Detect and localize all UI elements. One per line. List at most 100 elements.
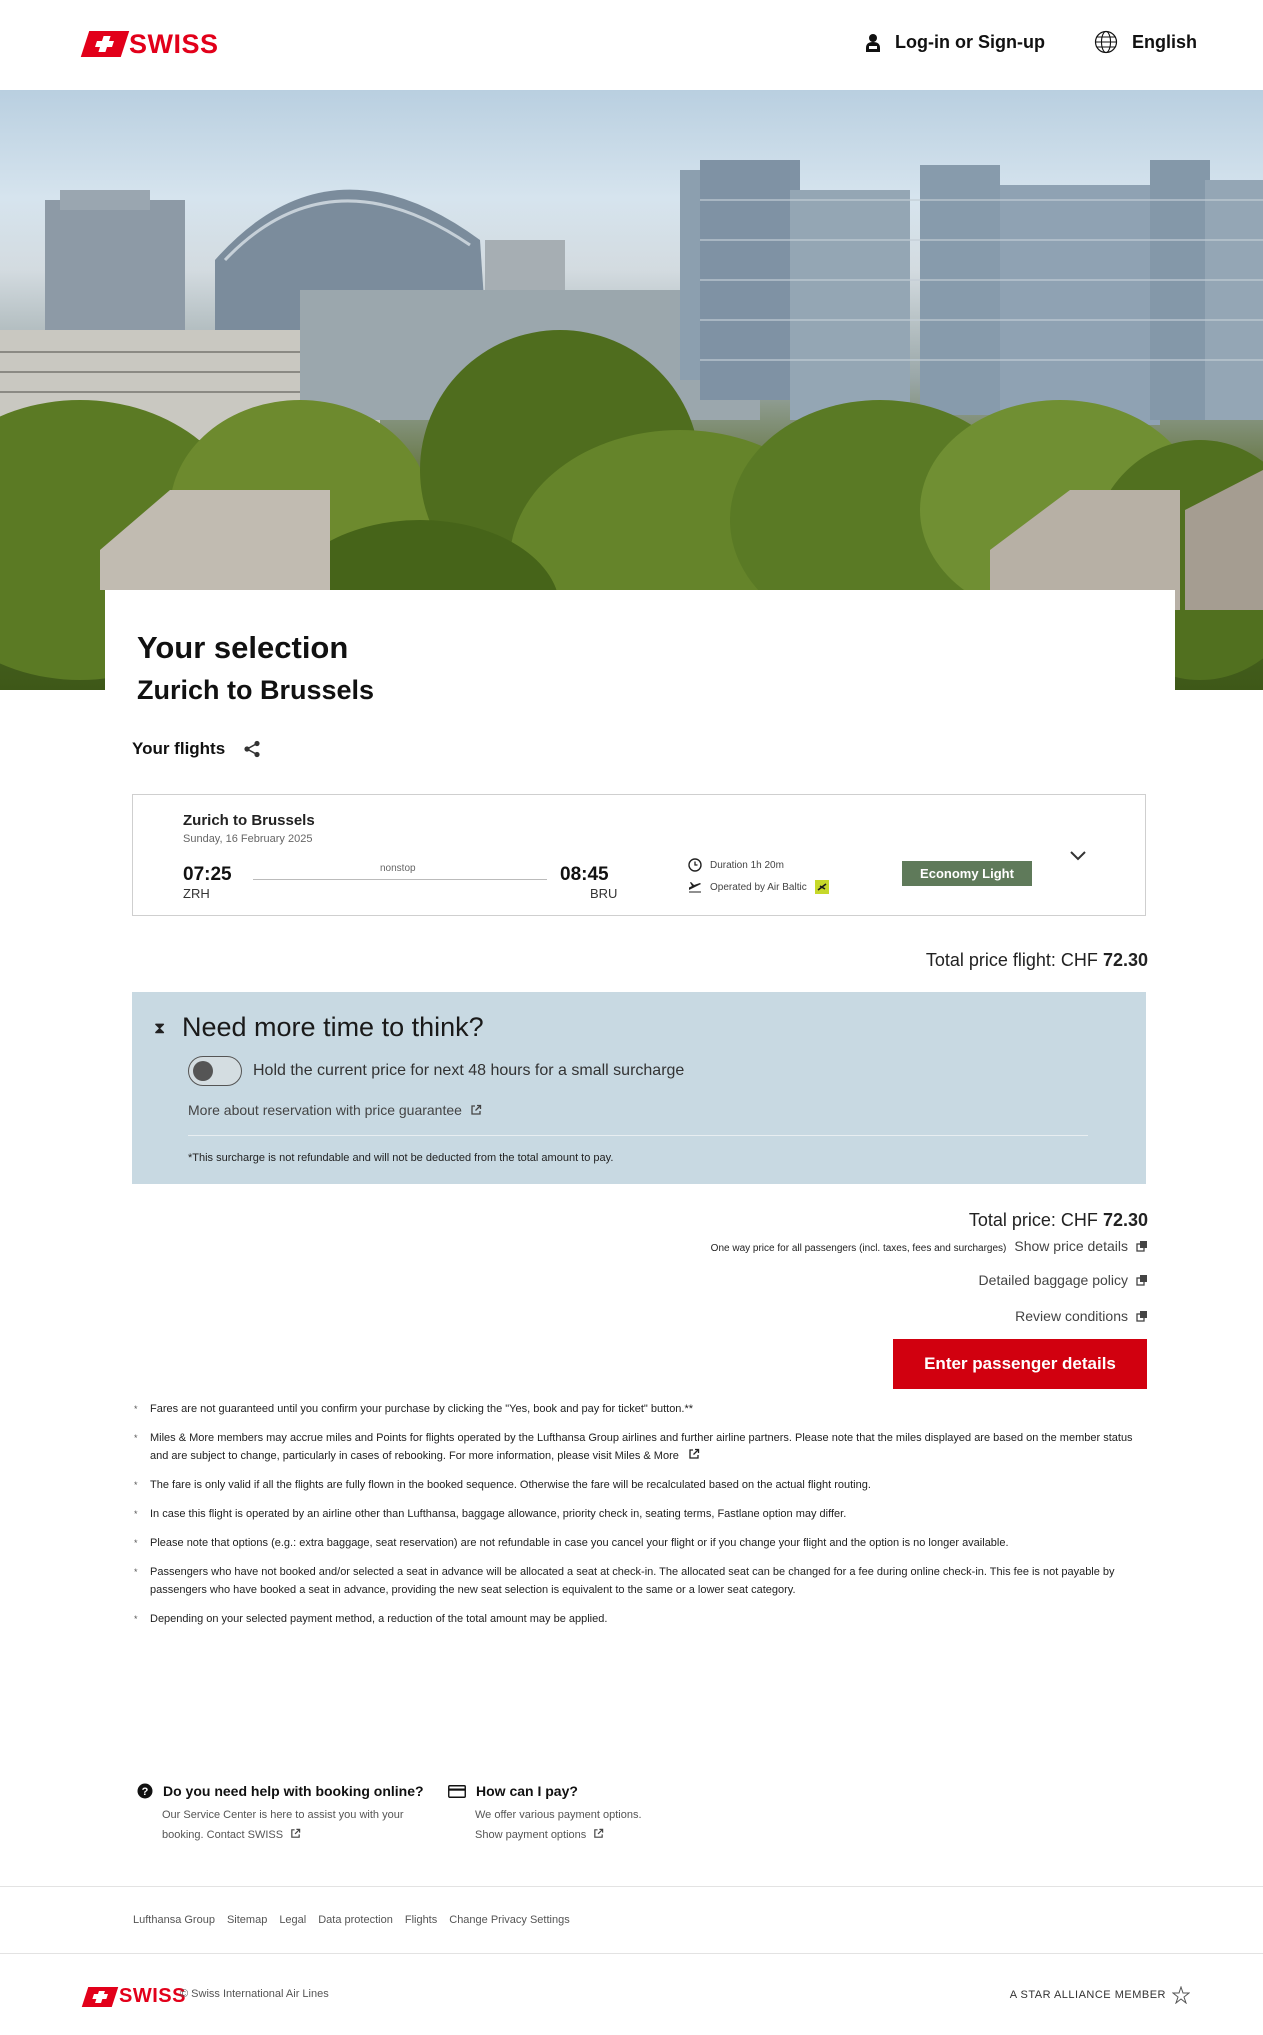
overlay-icon	[1136, 1311, 1147, 1322]
language-selector[interactable]: English	[1094, 30, 1197, 54]
swiss-flag-icon	[81, 1986, 119, 2007]
chevron-down-icon[interactable]	[1069, 850, 1087, 862]
price-hold-label: Hold the current price for next 48 hours…	[253, 1062, 685, 1079]
overlay-icon	[1136, 1241, 1147, 1252]
external-link-icon	[291, 1828, 301, 1838]
site-header: SWISS Log-in or Sign-up English	[0, 0, 1263, 91]
arrival-time: 08:45	[560, 864, 609, 885]
share-icon[interactable]	[243, 740, 261, 758]
show-price-details-text: Show price details	[1014, 1238, 1128, 1254]
list-item: The fare is only valid if all the flight…	[132, 1476, 1146, 1494]
footer-brand-name: SWISS	[119, 1985, 186, 2007]
hourglass-icon: ⧗	[154, 1020, 166, 1037]
footer-link-flights[interactable]: Flights	[405, 1914, 437, 1926]
star-alliance-icon	[1172, 1986, 1190, 2004]
total-price-flight-amount: 72.30	[1102, 950, 1148, 970]
contact-swiss-text: Contact SWISS	[206, 1829, 284, 1841]
price-guarantee-link-text: More about reservation with price guaran…	[188, 1102, 462, 1118]
contact-swiss-link[interactable]: Contact SWISS	[206, 1828, 301, 1841]
departure-time: 07:25	[183, 864, 232, 885]
stops-label: nonstop	[380, 863, 416, 874]
fare-notes-list: Fares are not guaranteed until you confi…	[132, 1400, 1146, 1639]
swiss-logo[interactable]: SWISS	[80, 28, 219, 60]
list-item: In case this flight is operated by an ai…	[132, 1505, 1146, 1523]
help-payment-title: How can I pay?	[448, 1783, 578, 1799]
price-hold-toggle[interactable]	[188, 1056, 242, 1086]
arrival-airport: BRU	[590, 886, 618, 901]
flight-date: Sunday, 16 February 2025	[183, 833, 313, 845]
footer-swiss-logo[interactable]: SWISS	[81, 1985, 186, 2008]
login-label: Log-in or Sign-up	[895, 32, 1045, 52]
miles-note-text: Miles & More members may accrue miles an…	[150, 1432, 1133, 1462]
flight-line	[253, 879, 547, 880]
external-link-icon[interactable]	[688, 1448, 700, 1460]
help-booking-text: Our Service Center is here to assist you…	[162, 1805, 432, 1845]
price-hold-panel: ⧗ Need more time to think? Hold the curr…	[132, 992, 1146, 1184]
footer-link-data-protection[interactable]: Data protection	[318, 1914, 393, 1926]
fare-badge: Economy Light	[902, 861, 1032, 886]
your-flights-label: Your flights	[132, 739, 226, 758]
toggle-knob	[193, 1061, 213, 1081]
baggage-policy-text: Detailed baggage policy	[978, 1272, 1128, 1288]
show-price-details-link[interactable]: Show price details	[1014, 1238, 1148, 1254]
airbaltic-logo-icon	[814, 880, 829, 894]
overlay-icon	[1136, 1275, 1147, 1286]
globe-icon	[1094, 30, 1118, 54]
price-guarantee-link[interactable]: More about reservation with price guaran…	[188, 1102, 482, 1118]
hold-title: Need more time to think?	[182, 1012, 484, 1042]
footer-link-legal[interactable]: Legal	[279, 1914, 306, 1926]
list-item: Miles & More members may accrue miles an…	[132, 1429, 1146, 1465]
total-price-flight-label: Total price flight: CHF	[925, 950, 1098, 970]
operator-text: Operated by Air Baltic	[710, 881, 807, 893]
help-payment-text: We offer various payment options. Show p…	[475, 1805, 695, 1845]
flight-route: Zurich to Brussels	[183, 812, 315, 829]
footer-divider	[0, 1886, 1263, 1887]
baggage-policy-link[interactable]: Detailed baggage policy	[979, 1272, 1148, 1288]
login-button[interactable]: Log-in or Sign-up	[865, 32, 1045, 53]
total-price-amount: 72.30	[1102, 1210, 1148, 1230]
oneway-note: One way price for all passengers (incl. …	[710, 1243, 1007, 1254]
user-icon	[866, 33, 880, 52]
duration-text: Duration 1h 20m	[710, 859, 784, 871]
footer-links: Lufthansa Group Sitemap Legal Data prote…	[133, 1914, 570, 1926]
page-title: Your selection	[137, 630, 349, 665]
help-booking-title-text: Do you need help with booking online?	[163, 1783, 424, 1799]
review-conditions-link[interactable]: Review conditions	[1015, 1308, 1148, 1324]
total-price-flight: Total price flight: CHF 72.30	[926, 950, 1148, 971]
duration-row: Duration 1h 20m	[688, 858, 784, 872]
svg-text:?: ?	[142, 1786, 149, 1798]
footer-link-lufthansa-group[interactable]: Lufthansa Group	[133, 1914, 215, 1926]
enter-passenger-details-button[interactable]: Enter passenger details	[893, 1339, 1147, 1389]
show-payment-options-link[interactable]: Show payment options	[475, 1828, 604, 1841]
surcharge-note: *This surcharge is not refundable and wi…	[188, 1152, 614, 1164]
footer-link-sitemap[interactable]: Sitemap	[227, 1914, 267, 1926]
help-booking-title: ? Do you need help with booking online?	[137, 1783, 424, 1799]
divider	[188, 1135, 1088, 1136]
help-payment-title-text: How can I pay?	[476, 1783, 578, 1799]
list-item: Passengers who have not booked and/or se…	[132, 1563, 1146, 1599]
list-item: Depending on your selected payment metho…	[132, 1610, 1146, 1628]
review-conditions-text: Review conditions	[1015, 1308, 1128, 1324]
swiss-flag-icon	[80, 31, 130, 57]
operator-row: Operated by Air Baltic	[688, 880, 829, 894]
help-payment-desc: We offer various payment options.	[475, 1809, 642, 1821]
credit-card-icon	[448, 1784, 466, 1798]
flight-card[interactable]: Zurich to Brussels Sunday, 16 February 2…	[132, 794, 1146, 916]
your-flights-header: Your flights	[132, 739, 261, 759]
brand-name: SWISS	[129, 28, 219, 59]
route-heading: Zurich to Brussels	[137, 675, 375, 705]
price-details-row: One way price for all passengers (incl. …	[711, 1238, 1148, 1254]
list-item: Fares are not guaranteed until you confi…	[132, 1400, 1146, 1418]
clock-icon	[688, 858, 702, 872]
airplane-icon	[689, 882, 701, 893]
footer-link-privacy-settings[interactable]: Change Privacy Settings	[449, 1914, 569, 1926]
question-icon: ?	[137, 1783, 153, 1799]
list-item: Please note that options (e.g.: extra ba…	[132, 1534, 1146, 1552]
copyright: © Swiss International Air Lines	[180, 1988, 329, 2000]
external-link-icon	[471, 1104, 482, 1115]
footer-divider	[0, 1953, 1263, 1954]
external-link-icon	[594, 1828, 604, 1838]
total-price-label: Total price: CHF	[968, 1210, 1098, 1230]
star-alliance-badge: A STAR ALLIANCE MEMBER	[1010, 1986, 1190, 2004]
departure-airport: ZRH	[183, 886, 210, 901]
